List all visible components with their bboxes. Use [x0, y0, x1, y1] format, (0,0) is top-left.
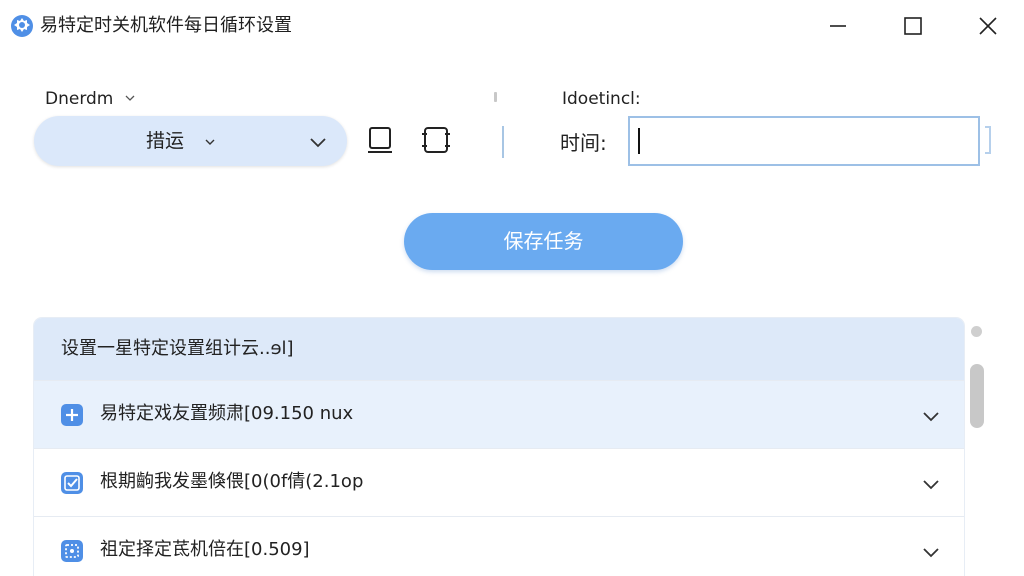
window-title: 易特定时关机软件每日循环设置 [40, 15, 292, 36]
time-section-header: Idoetincl: [562, 89, 641, 109]
scroll-thumb[interactable] [970, 364, 984, 428]
dotted-square-icon [61, 540, 83, 562]
task-list-panel: 设置一星特定设置组计云..ɘl] 易特定戏友置频肃[09.150 nux 根期齣… [34, 318, 964, 576]
list-item[interactable]: 根期齣我发墨倏偎[0(0f倩(2.1op [34, 448, 964, 516]
plus-square-icon [61, 404, 83, 426]
separator-dot [494, 92, 497, 102]
app-window: 易特定时关机软件每日循环设置 Dnerdm 措运 Idoetincl: 时间: … [0, 0, 1024, 576]
task-list-header: 设置一星特定设置组计云..ɘl] [34, 318, 964, 380]
input-edge [985, 126, 991, 154]
maximize-icon [904, 17, 922, 35]
dropdown-chevron-icon [310, 138, 326, 148]
list-scrollbar[interactable] [966, 318, 988, 576]
check-square-icon [61, 472, 83, 494]
save-task-button[interactable]: 保存任务 [404, 213, 683, 270]
chevron-down-icon[interactable] [921, 542, 941, 562]
mode-select[interactable]: 措运 [34, 116, 347, 166]
minimize-button[interactable] [818, 8, 858, 44]
minimize-icon [830, 25, 846, 27]
mode-label: Dnerdm [45, 89, 114, 109]
close-icon [979, 17, 997, 35]
text-caret [638, 128, 640, 154]
list-item[interactable]: 祖定择定茋机倍在[0.509] [34, 516, 964, 576]
close-button[interactable] [968, 8, 1008, 44]
time-label: 时间: [560, 131, 607, 155]
chevron-down-icon[interactable] [124, 92, 136, 104]
app-logo-icon [11, 15, 33, 37]
maximize-button[interactable] [893, 8, 933, 44]
fullscreen-icon[interactable] [421, 124, 451, 156]
time-input[interactable] [628, 116, 980, 166]
mode-select-value: 措运 [146, 130, 185, 152]
vertical-separator [502, 126, 504, 158]
list-item-label: 根期齣我发墨倏偎[0(0f倩(2.1op [100, 471, 364, 492]
chevron-down-icon [205, 139, 215, 145]
task-list-header-text: 设置一星特定设置组计云..ɘl] [61, 338, 294, 359]
list-item-label: 易特定戏友置频肃[09.150 nux [100, 403, 354, 424]
chevron-down-icon[interactable] [921, 406, 941, 426]
scroll-up-button[interactable] [971, 326, 982, 337]
chevron-down-icon[interactable] [921, 474, 941, 494]
single-window-icon[interactable] [365, 124, 395, 156]
list-item-label: 祖定择定茋机倍在[0.509] [100, 539, 310, 560]
title-bar: 易特定时关机软件每日循环设置 [0, 0, 1024, 52]
list-item[interactable]: 易特定戏友置频肃[09.150 nux [34, 380, 964, 448]
